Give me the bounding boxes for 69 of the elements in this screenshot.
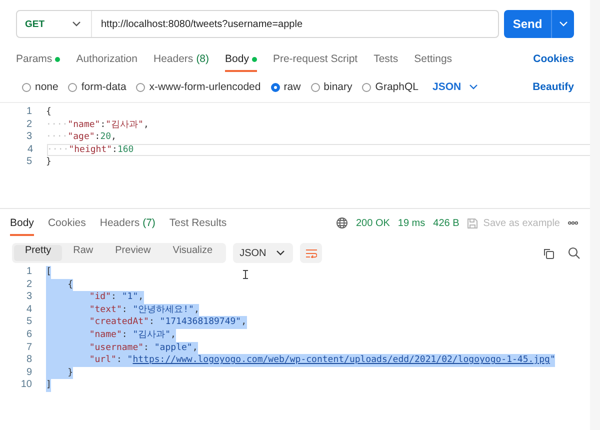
line-number: 2 bbox=[25, 278, 33, 292]
view-mode-tab[interactable]: Pretty bbox=[14, 245, 62, 261]
line-number: 9 bbox=[25, 366, 33, 380]
code-line: ····"name":"김사과", bbox=[46, 118, 149, 132]
request-tab[interactable]: Authorization bbox=[76, 46, 138, 72]
response-tab[interactable]: Headers (7) bbox=[100, 210, 156, 236]
body-type-radio[interactable]: none bbox=[22, 81, 58, 93]
wrap-lines-icon bbox=[306, 248, 317, 258]
response-tab[interactable]: Body bbox=[10, 210, 34, 236]
chevron-down-icon bbox=[72, 21, 81, 27]
response-tab[interactable]: Test Results bbox=[169, 210, 227, 236]
chevron-down-icon bbox=[558, 21, 568, 27]
request-tab[interactable]: Params bbox=[16, 46, 60, 72]
body-type-radio[interactable]: binary bbox=[310, 81, 352, 93]
request-tab[interactable]: Pre-request Script bbox=[272, 46, 358, 72]
line-number: 5 bbox=[25, 316, 33, 329]
radio-icon[interactable] bbox=[310, 82, 320, 92]
beautify-link[interactable]: Beautify bbox=[532, 81, 574, 93]
line-number: 4 bbox=[25, 304, 33, 316]
view-mode-tab[interactable]: Raw bbox=[62, 245, 104, 261]
body-type-radio[interactable]: x-www-form-urlencoded bbox=[136, 81, 261, 93]
request-tab[interactable]: Tests bbox=[374, 46, 398, 72]
body-type-radio[interactable]: raw bbox=[270, 81, 301, 93]
body-type-radio[interactable]: GraphQL bbox=[362, 81, 418, 93]
code-line: { bbox=[46, 106, 52, 119]
globe-icon[interactable] bbox=[336, 217, 348, 229]
view-mode-tab[interactable]: Visualize bbox=[162, 245, 224, 261]
line-number: 5 bbox=[25, 156, 33, 169]
format-dropdown[interactable]: JSON bbox=[432, 81, 478, 93]
response-size[interactable]: 426 B bbox=[433, 218, 460, 228]
line-number: 10 bbox=[20, 379, 33, 392]
search-icon[interactable] bbox=[568, 247, 580, 259]
radio-icon[interactable] bbox=[362, 82, 372, 92]
chevron-down-icon bbox=[276, 250, 286, 256]
line-number: 1 bbox=[25, 266, 33, 279]
request-tab[interactable]: Body bbox=[225, 46, 257, 72]
line-number: 3 bbox=[25, 291, 33, 304]
line-number: 3 bbox=[25, 131, 33, 144]
radio-icon[interactable] bbox=[22, 82, 31, 92]
url-field[interactable]: GET http://localhost:8080/tweets?username=apple bbox=[16, 10, 499, 38]
code-line: } bbox=[46, 156, 52, 169]
radio-icon[interactable] bbox=[68, 82, 78, 92]
code-line: ····"age":20, bbox=[46, 131, 116, 144]
line-number: 8 bbox=[25, 354, 33, 367]
more-options-icon[interactable] bbox=[568, 221, 578, 225]
response-tab[interactable]: Cookies bbox=[48, 210, 86, 236]
chevron-down-icon bbox=[469, 84, 478, 90]
radio-icon[interactable] bbox=[136, 82, 146, 92]
line-number: 1 bbox=[25, 106, 33, 119]
method-dropdown[interactable]: GET bbox=[17, 11, 92, 37]
request-tab[interactable]: Settings bbox=[414, 46, 452, 72]
code-line: ····"height":160 bbox=[47, 144, 134, 156]
line-number: 4 bbox=[26, 144, 34, 156]
status-code[interactable]: 200 OK bbox=[356, 218, 390, 228]
line-number: 2 bbox=[25, 118, 33, 132]
response-time[interactable]: 19 ms bbox=[398, 218, 426, 228]
text-cursor-icon bbox=[243, 270, 248, 279]
copy-icon[interactable] bbox=[543, 248, 554, 258]
line-number: 7 bbox=[25, 342, 33, 354]
wrap-lines-button[interactable] bbox=[300, 243, 322, 263]
send-button[interactable]: Send bbox=[504, 10, 574, 38]
view-mode-tab[interactable]: Preview bbox=[104, 245, 162, 261]
cookies-link[interactable]: Cookies bbox=[533, 53, 574, 65]
request-tab[interactable]: Headers (8) bbox=[153, 46, 210, 72]
format-dropdown[interactable]: JSON bbox=[232, 243, 294, 263]
body-type-radio[interactable]: form-data bbox=[68, 81, 126, 93]
radio-icon[interactable] bbox=[270, 82, 280, 92]
save-icon bbox=[467, 218, 478, 228]
line-number: 6 bbox=[25, 328, 33, 342]
